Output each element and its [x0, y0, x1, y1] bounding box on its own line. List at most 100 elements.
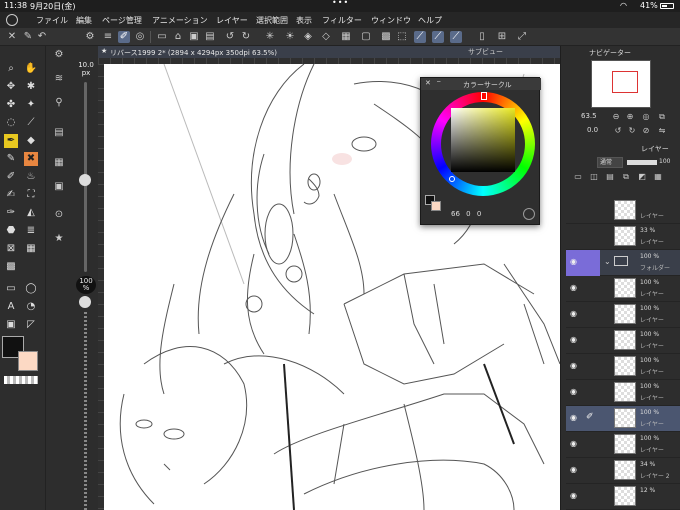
- lasso-icon[interactable]: ◌: [4, 116, 18, 130]
- menu-window[interactable]: ウィンドウ: [371, 15, 411, 26]
- rotate-left-icon[interactable]: ↺: [613, 126, 623, 136]
- delete-layer-icon[interactable]: ▦: [653, 172, 663, 182]
- transform-icon[interactable]: ◇: [320, 31, 332, 43]
- menu-filter[interactable]: フィルター: [322, 15, 362, 26]
- fill-icon[interactable]: ◈: [302, 31, 314, 43]
- export-icon[interactable]: ▤: [204, 31, 216, 43]
- line-tool-icon[interactable]: ◸: [24, 318, 38, 332]
- redo-arrow-icon[interactable]: ↻: [240, 31, 252, 43]
- operation-icon[interactable]: ✤: [4, 98, 18, 112]
- app-logo-icon[interactable]: [6, 14, 18, 26]
- layer-opacity-slider[interactable]: [627, 160, 657, 165]
- menu-edit[interactable]: 編集: [76, 15, 92, 26]
- visibility-eye-icon[interactable]: ◉: [570, 492, 580, 500]
- navigator-zoom[interactable]: 63.5: [581, 112, 597, 120]
- navigator-preview[interactable]: [591, 60, 651, 108]
- text-icon[interactable]: A: [4, 300, 18, 314]
- layer-row[interactable]: ◉ 100 % レイヤー: [566, 302, 680, 328]
- menu-file[interactable]: ファイル: [36, 15, 68, 26]
- mirror-icon[interactable]: ⇋: [657, 126, 667, 136]
- brush-size-palette-icon[interactable]: ⚲: [52, 96, 66, 110]
- grid-icon[interactable]: ▦: [24, 242, 38, 256]
- hand-icon[interactable]: ✋: [24, 62, 38, 76]
- layer-folder-row[interactable]: ⌄ ◉ 100 % フォルダー: [566, 250, 680, 276]
- navigator-tab[interactable]: ナビゲーター: [589, 48, 631, 58]
- fit-icon[interactable]: ◎: [641, 112, 651, 122]
- pencil-icon[interactable]: ◆: [24, 134, 38, 148]
- move-icon[interactable]: ✥: [4, 80, 18, 94]
- layer-row[interactable]: ◉ 100 % レイヤー: [566, 354, 680, 380]
- close-icon[interactable]: ✕: [425, 79, 431, 87]
- canvas-tab-title[interactable]: リバース1999 2* (2894 x 4294px 350dpi 63.5%): [110, 48, 277, 58]
- search-icon[interactable]: ⊙: [52, 208, 66, 222]
- tool-property-icon[interactable]: ✕: [6, 31, 18, 43]
- layer-row[interactable]: 33 % レイヤー: [566, 224, 680, 250]
- figure-icon[interactable]: ◭: [24, 206, 38, 220]
- visibility-eye-icon[interactable]: ◉: [570, 414, 580, 422]
- blend-mode-select[interactable]: 通常: [597, 157, 623, 168]
- menu-help[interactable]: ヘルプ: [418, 15, 442, 26]
- menu-layer[interactable]: レイヤー: [216, 15, 248, 26]
- decoration-icon[interactable]: ✍: [4, 188, 18, 202]
- visibility-eye-icon[interactable]: ◉: [570, 284, 580, 292]
- fullscreen-icon[interactable]: ⤢: [516, 31, 528, 43]
- reset-rotation-icon[interactable]: ⊘: [641, 126, 651, 136]
- zoom-out-icon[interactable]: ⊖: [611, 112, 621, 122]
- transparent-color-swatch[interactable]: [4, 376, 38, 384]
- brush-opacity-thumb[interactable]: [79, 296, 91, 308]
- new-vector-layer-icon[interactable]: ◫: [589, 172, 599, 182]
- sub-color-swatch[interactable]: [18, 351, 38, 371]
- auto-select-icon[interactable]: ✱: [24, 80, 38, 94]
- flip-icon[interactable]: ⧉: [657, 112, 667, 122]
- brush-size-icon[interactable]: ✎: [22, 31, 34, 43]
- hue-marker[interactable]: [481, 92, 487, 100]
- layer-row[interactable]: ◉ 12 %: [566, 484, 680, 510]
- mask-icon[interactable]: ◩: [637, 172, 647, 182]
- clear-icon[interactable]: ☀: [284, 31, 296, 43]
- balloon-icon[interactable]: ◔: [24, 300, 38, 314]
- ruler-tool-icon[interactable]: ⬣: [4, 224, 18, 238]
- pen-icon[interactable]: ✒: [4, 134, 18, 148]
- ruler-icon[interactable]: ▯: [476, 31, 488, 43]
- loading-icon[interactable]: ✳: [264, 31, 276, 43]
- layer-row[interactable]: ◉ 100 % レイヤー: [566, 432, 680, 458]
- rotate-right-icon[interactable]: ↻: [627, 126, 637, 136]
- visibility-eye-icon[interactable]: ◉: [570, 362, 580, 370]
- invert-selection-icon[interactable]: ▩: [380, 31, 392, 43]
- crop-icon[interactable]: ⬚: [396, 31, 408, 43]
- frame-icon[interactable]: ⊠: [4, 242, 18, 256]
- material-icon[interactable]: ★: [52, 232, 66, 246]
- brush-size-thumb[interactable]: [79, 174, 91, 186]
- multitasking-dots[interactable]: •••: [332, 0, 349, 7]
- gradient-icon[interactable]: ✑: [4, 206, 18, 220]
- eyedropper-icon[interactable]: ⟋: [24, 116, 38, 130]
- sv-marker[interactable]: [449, 176, 455, 182]
- menu-page-management[interactable]: ページ管理: [102, 15, 142, 26]
- visibility-eye-icon[interactable]: ◉: [570, 388, 580, 396]
- layer-tab[interactable]: レイヤー: [641, 144, 669, 154]
- color-mode-icon[interactable]: [523, 208, 535, 220]
- brush-icon[interactable]: ✎: [4, 152, 18, 166]
- layer-row[interactable]: ◉ ✐ 100 % レイヤー: [566, 406, 680, 432]
- visibility-eye-icon[interactable]: ◉: [570, 336, 580, 344]
- panel-border-icon[interactable]: ▣: [4, 318, 18, 332]
- edit-mode-icon[interactable]: ✐: [118, 31, 130, 43]
- layer-row[interactable]: ◉ 100 % レイヤー: [566, 328, 680, 354]
- undo-icon[interactable]: ↶: [36, 31, 48, 43]
- rectangle-icon[interactable]: ▭: [4, 282, 18, 296]
- airbrush-icon[interactable]: ♨: [24, 170, 38, 184]
- hatching-icon[interactable]: ≣: [24, 224, 38, 238]
- panel-icon[interactable]: ▩: [4, 260, 18, 274]
- close-tab-icon[interactable]: ★: [101, 47, 107, 55]
- select-all-icon[interactable]: ▦: [340, 31, 352, 43]
- eraser-icon[interactable]: ✖: [24, 152, 38, 166]
- layer-opacity-value[interactable]: 100: [659, 158, 670, 165]
- layer-row[interactable]: ◉ 34 % レイヤー 2: [566, 458, 680, 484]
- menu-animation[interactable]: アニメーション: [152, 15, 208, 26]
- history-icon[interactable]: ▣: [52, 180, 66, 194]
- menu-view[interactable]: 表示: [296, 15, 312, 26]
- new-file-icon[interactable]: ▭: [156, 31, 168, 43]
- chevron-down-icon[interactable]: ⌄: [604, 257, 611, 266]
- mini-sub-color[interactable]: [431, 201, 441, 211]
- stabilizer-1-icon[interactable]: ⟋: [414, 31, 426, 43]
